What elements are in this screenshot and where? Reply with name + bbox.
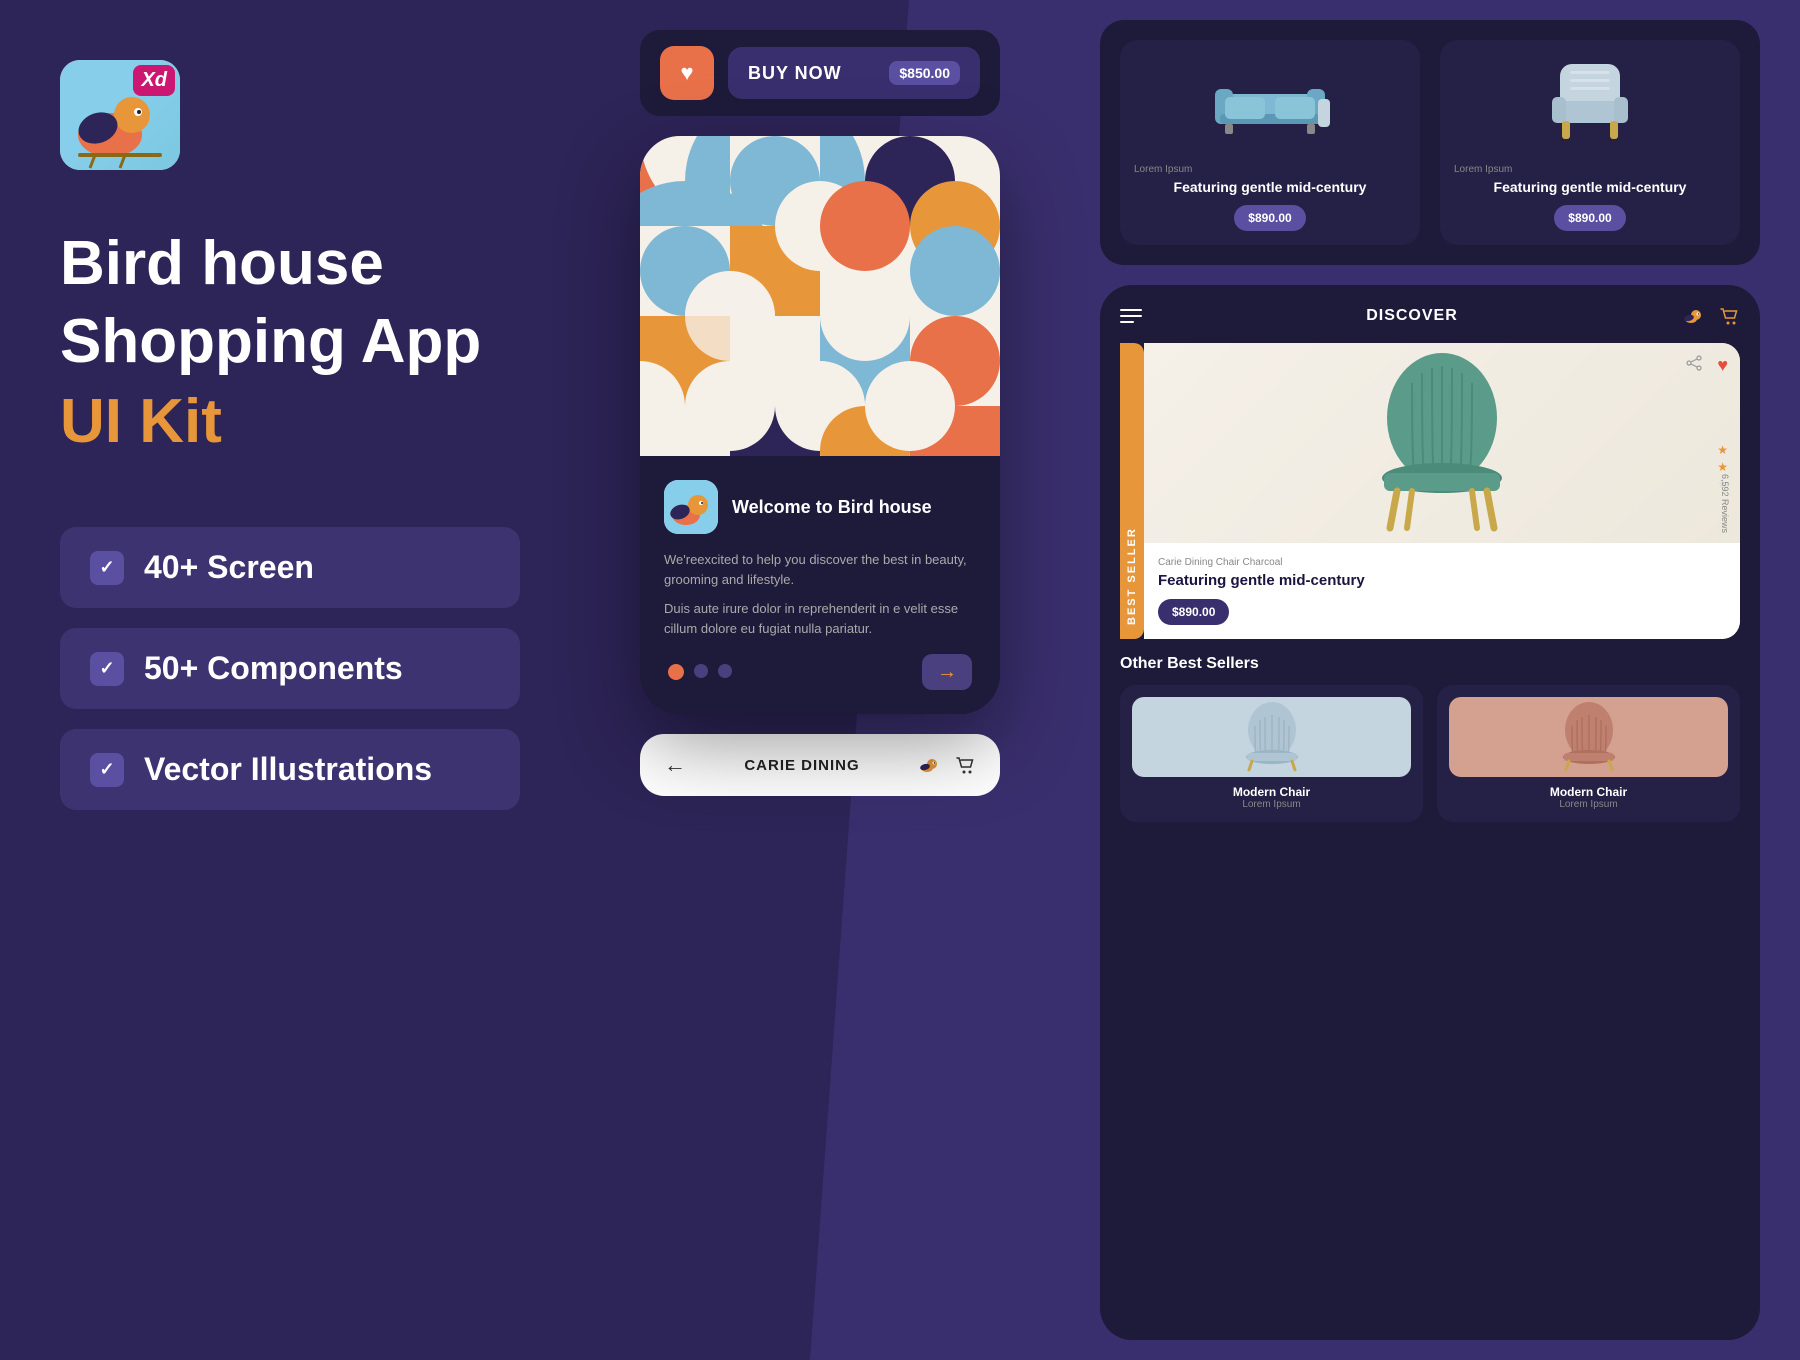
geo-pattern (640, 136, 1000, 456)
feature-label-screens: 40+ Screen (144, 549, 314, 586)
pagination-dots (668, 664, 732, 680)
title-line1: Bird house (60, 230, 520, 298)
dot-1 (668, 664, 684, 680)
chair-image-area: ♥ ★ ★ ★ (1144, 343, 1740, 543)
check-icon-3: ✓ (90, 753, 124, 787)
top-cards-section: Lorem Ipsum Featuring gentle mid-century… (1100, 20, 1760, 265)
welcome-text2: Duis aute irure dolor in reprehenderit i… (664, 599, 976, 638)
dot-3 (718, 664, 732, 678)
discover-phone: DISCOVER (1100, 285, 1760, 1340)
left-panel: Xd Bird house Shopping App UI Kit ✓ 40+ … (0, 0, 580, 1360)
feature-item-illustrations: ✓ Vector Illustrations (60, 729, 520, 810)
other-sellers-title: Other Best Sellers (1120, 655, 1740, 673)
welcome-card: Welcome to Bird house We'reexcited to he… (640, 456, 1000, 714)
star-2: ★ (1717, 460, 1728, 474)
dot-2 (694, 664, 708, 678)
cart-icon-discover[interactable] (1718, 305, 1740, 327)
phone-mockup: Welcome to Bird house We'reexcited to he… (640, 136, 1000, 714)
chair-price: $890.00 (1158, 599, 1229, 625)
product-card-sofa1: Lorem Ipsum Featuring gentle mid-century… (1120, 40, 1420, 245)
carie-title: CARIE DINING (744, 757, 859, 774)
other-sub-2: Lorem Ipsum (1559, 799, 1617, 810)
product-lorem-2: Lorem Ipsum (1454, 164, 1512, 175)
welcome-body: We'reexcited to help you discover the be… (664, 550, 976, 638)
welcome-text1: We'reexcited to help you discover the be… (664, 550, 976, 589)
best-seller-tag: BEST SELLER (1120, 343, 1144, 639)
product-price-1: $890.00 (1234, 205, 1305, 231)
best-seller-info: Carie Dining Chair Charcoal Featuring ge… (1144, 543, 1740, 639)
feature-label-components: 50+ Components (144, 650, 403, 687)
check-icon: ✓ (90, 551, 124, 585)
product-price-2: $890.00 (1554, 205, 1625, 231)
discover-action-icons (1682, 305, 1740, 327)
app-title: Bird house Shopping App UI Kit (60, 230, 520, 457)
discover-title: DISCOVER (1366, 307, 1458, 325)
xd-icon: Xd (60, 60, 180, 170)
gray-chair-svg (1237, 702, 1307, 772)
armchair-image (1550, 59, 1630, 149)
other-sellers-grid: Modern Chair Lorem Ipsum (1120, 685, 1740, 822)
next-button[interactable]: → (922, 654, 972, 690)
carie-action-icons (918, 754, 976, 776)
xd-badge: Xd (60, 60, 520, 170)
welcome-title: Welcome to Bird house (732, 497, 932, 518)
notification-bird-icon[interactable] (1682, 305, 1704, 327)
feature-list: ✓ 40+ Screen ✓ 50+ Components ✓ Vector I… (60, 527, 520, 810)
heart-icon[interactable]: ♥ (1717, 355, 1728, 376)
brand-label: Carie Dining Chair Charcoal (1158, 557, 1726, 568)
pagination-row: → (664, 654, 976, 690)
title-line3: UI Kit (60, 386, 520, 457)
discover-header: DISCOVER (1120, 305, 1740, 327)
hamburger-line-1 (1120, 309, 1142, 311)
other-card-2: Modern Chair Lorem Ipsum (1437, 685, 1740, 822)
best-seller-section: BEST SELLER ♥ (1120, 343, 1740, 639)
bird-icon (918, 754, 940, 776)
carie-bar: ← CARIE DINING (640, 734, 1000, 796)
title-line2: Shopping App (60, 308, 520, 376)
hamburger-menu-icon[interactable] (1120, 309, 1142, 323)
xd-label: Xd (133, 65, 175, 96)
other-title-2: Modern Chair (1550, 785, 1627, 799)
cart-icon (954, 754, 976, 776)
hamburger-line-3 (1120, 321, 1134, 323)
feature-item-screens: ✓ 40+ Screen (60, 527, 520, 608)
product-card-chair: Lorem Ipsum Featuring gentle mid-century… (1440, 40, 1740, 245)
buy-now-bar: ♥ BUY NOW $850.00 (640, 30, 1000, 116)
other-img-1 (1132, 697, 1411, 777)
share-icon[interactable] (1686, 355, 1702, 371)
right-panel: Lorem Ipsum Featuring gentle mid-century… (1060, 0, 1800, 1360)
product-title-2: Featuring gentle mid-century (1494, 179, 1687, 195)
bird-avatar (664, 480, 718, 534)
rose-chair-svg (1554, 702, 1624, 772)
teal-chair-image (1362, 353, 1522, 533)
feature-item-components: ✓ 50+ Components (60, 628, 520, 709)
back-arrow-icon[interactable]: ← (664, 752, 686, 778)
hamburger-line-2 (1120, 315, 1142, 317)
best-seller-card: ♥ ★ ★ ★ (1144, 343, 1740, 639)
check-icon-2: ✓ (90, 652, 124, 686)
other-sub-1: Lorem Ipsum (1242, 799, 1300, 810)
buy-now-text: BUY NOW (748, 63, 842, 84)
welcome-header: Welcome to Bird house (664, 480, 976, 534)
star-1: ★ (1717, 443, 1728, 457)
buy-price: $850.00 (889, 61, 960, 85)
heart-button[interactable]: ♥ (660, 46, 714, 100)
product-title-1: Featuring gentle mid-century (1174, 179, 1367, 195)
other-img-2 (1449, 697, 1728, 777)
product-image-area-1 (1134, 54, 1406, 154)
other-card-1: Modern Chair Lorem Ipsum (1120, 685, 1423, 822)
sofa-image-1 (1210, 69, 1330, 139)
chair-title: Featuring gentle mid-century (1158, 572, 1726, 589)
reviews-count: 6,592 Reviews (1720, 474, 1730, 533)
middle-panel: ♥ BUY NOW $850.00 (580, 0, 1060, 1360)
feature-label-illustrations: Vector Illustrations (144, 751, 432, 788)
product-image-area-2 (1454, 54, 1726, 154)
buy-now-button[interactable]: BUY NOW $850.00 (728, 47, 980, 99)
product-lorem-1: Lorem Ipsum (1134, 164, 1192, 175)
other-title-1: Modern Chair (1233, 785, 1310, 799)
